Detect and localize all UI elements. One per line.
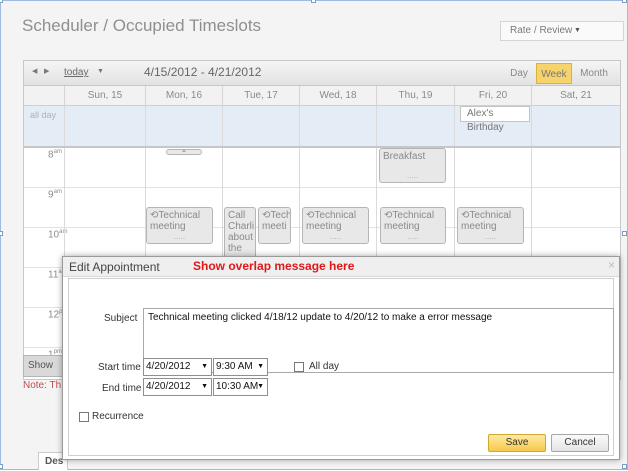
chevron-down-icon: ▼ [257, 363, 264, 370]
resize-handle[interactable] [622, 0, 627, 3]
day-header-sun: Sun, 15 [64, 86, 145, 106]
appointment-title: Technical meeting [150, 210, 201, 232]
rate-review-dropdown[interactable]: Rate / Review ▼ [500, 21, 624, 41]
edit-appointment-dialog: Edit Appointment Show overlap message he… [62, 256, 620, 460]
day-header-fri: Fri, 20 [454, 86, 531, 106]
resize-handle[interactable] [0, 464, 3, 469]
appointment-dots: ..... [407, 232, 419, 241]
day-header-thu: Thu, 19 [376, 86, 454, 106]
next-arrow-icon[interactable]: ▶ [44, 67, 49, 75]
start-date-value: 4/20/2012 [146, 361, 191, 372]
end-time-label: End time [102, 383, 142, 394]
save-button[interactable]: Save [488, 434, 546, 452]
resize-handle[interactable] [0, 231, 3, 236]
appointment-title: Technical meeting [306, 210, 357, 232]
close-icon[interactable]: × [608, 258, 615, 272]
hour-label: 9am [48, 189, 62, 201]
appointment-title: Technical meeting [461, 210, 512, 232]
appointment-title: Breakfast [383, 151, 426, 162]
date-range-label: 4/15/2012 - 4/21/2012 [144, 65, 262, 79]
end-time-value: 10:30 AM [216, 381, 259, 392]
appointment-title: Call Charli about the [228, 210, 255, 254]
end-date-picker[interactable]: 4/20/2012 ▼ [143, 378, 212, 396]
resize-handle[interactable] [622, 464, 627, 469]
dialog-title: Edit Appointment [69, 260, 160, 274]
scheduler-toolbar: ◀ ▶ today ▼ 4/15/2012 - 4/21/2012 Day We… [24, 61, 620, 86]
appointment-technical-meeting[interactable]: ⟲Technical meeting ..... [380, 207, 446, 244]
day-header-wed: Wed, 18 [299, 86, 376, 106]
start-time-picker[interactable]: 9:30 AM ▼ [213, 358, 268, 376]
view-month-button[interactable]: Month [575, 63, 613, 84]
all-day-checkbox[interactable] [294, 362, 304, 372]
prev-arrow-icon[interactable]: ◀ [32, 67, 37, 75]
chevron-down-icon: ▼ [574, 27, 581, 34]
appointment-dots: ▲ [181, 149, 187, 154]
view-week-button[interactable]: Week [536, 63, 572, 84]
all-day-label: all day [30, 110, 57, 120]
resize-handle[interactable] [311, 0, 316, 3]
recurrence-checkbox[interactable] [79, 412, 89, 422]
day-header-row: Sun, 15 Mon, 16 Tue, 17 Wed, 18 Thu, 19 … [24, 86, 620, 106]
start-time-value: 9:30 AM [216, 361, 253, 372]
appointment-technical-meeting[interactable]: ⟲Technical meeting ..... [302, 207, 369, 244]
appointment-technical-meeting[interactable]: ⟲Technical meeting ..... [457, 207, 524, 244]
resize-handle[interactable] [0, 0, 3, 3]
note-text: Note: Th [23, 380, 62, 391]
start-date-picker[interactable]: 4/20/2012 ▼ [143, 358, 212, 376]
chevron-down-icon: ▼ [257, 383, 264, 390]
calendar-dropdown-icon[interactable]: ▼ [97, 68, 104, 75]
appointment-dots: ..... [406, 171, 419, 180]
appointment-dots: ..... [329, 232, 342, 241]
subject-label: Subject [104, 313, 138, 324]
all-day-event[interactable]: Alex's Birthday [460, 106, 530, 133]
appointment-collapsed[interactable]: ▲ [166, 149, 202, 155]
appointment-dots: ..... [173, 232, 186, 241]
recurrence-label: Recurrence [92, 411, 144, 422]
dialog-body: Subject Technical meeting clicked 4/18/1… [68, 278, 614, 456]
cancel-button[interactable]: Cancel [551, 434, 609, 452]
appointment-dots: ..... [484, 232, 497, 241]
resize-handle[interactable] [622, 231, 627, 236]
appointment-title: Technical meeting [384, 210, 435, 232]
end-date-value: 4/20/2012 [146, 381, 191, 392]
hour-label: 8am [48, 149, 62, 161]
chevron-down-icon: ▼ [201, 363, 208, 370]
all-day-row[interactable]: all day Alex's Birthday [24, 106, 620, 148]
overlap-message: Show overlap message here [193, 259, 355, 273]
appointment-breakfast[interactable]: Breakfast ..... [379, 148, 446, 183]
day-header-sat: Sat, 21 [531, 86, 620, 106]
end-time-picker[interactable]: 10:30 AM ▼ [213, 378, 268, 396]
all-day-label: All day [309, 361, 340, 372]
start-time-label: Start time [98, 362, 141, 373]
dialog-header[interactable]: Edit Appointment Show overlap message he… [63, 257, 619, 277]
appointment-technical-meeting[interactable]: ⟲Techn meeti [258, 207, 291, 244]
today-link[interactable]: today [64, 67, 88, 78]
appointment-technical-meeting[interactable]: ⟲Technical meeting ..... [146, 207, 213, 244]
page-title: Scheduler / Occupied Timeslots [22, 16, 262, 35]
rate-review-label: Rate / Review [510, 25, 573, 36]
day-header-tue: Tue, 17 [222, 86, 299, 106]
chevron-down-icon: ▼ [201, 383, 208, 390]
view-day-button[interactable]: Day [505, 63, 533, 84]
day-header-mon: Mon, 16 [145, 86, 222, 106]
